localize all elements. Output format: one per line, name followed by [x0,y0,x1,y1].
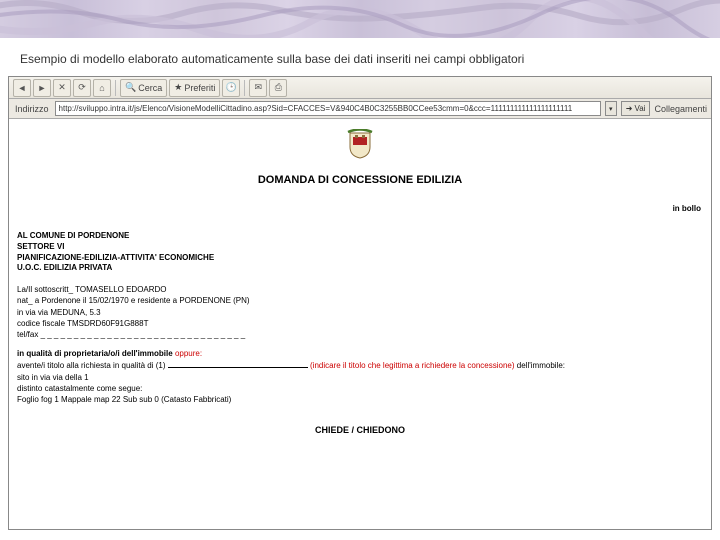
forward-button[interactable]: ► [33,79,51,97]
document-viewport: DOMANDA DI CONCESSIONE EDILIZIA in bollo… [9,119,711,529]
section-heading-chiede: CHIEDE / CHIEDONO [9,413,711,439]
toolbar-separator [115,80,116,96]
body-line: tel/fax _ _ _ _ _ _ _ _ _ _ _ _ _ _ _ _ … [17,329,703,340]
go-icon: ➜ [626,104,633,113]
address-bar-row: Indirizzo http://sviluppo.intra.it/js/El… [9,99,711,119]
print-button[interactable]: ⎙ [269,79,287,97]
bollo-note: in bollo [9,200,711,231]
body-line: in via via MEDUNA, 5.3 [17,307,703,318]
addr-line: SETTORE VI [17,242,703,253]
page-caption: Esempio di modello elaborato automaticam… [0,38,720,76]
body-text: dell'immobile: [517,361,565,370]
search-button[interactable]: 🔍 Cerca [120,79,167,97]
crest-container [9,119,711,168]
star-icon: ★ [174,82,182,93]
body-line: avente/i titolo alla richiesta in qualit… [17,359,703,371]
body-line: nat_ a Pordenone il 15/02/1970 e residen… [17,295,703,306]
back-button[interactable]: ◄ [13,79,31,97]
instruction-text: (indicare il titolo che legittima a rich… [310,361,515,370]
browser-window: ◄ ► ✕ ⟳ ⌂ 🔍 Cerca ★ Preferiti 🕒 ✉ ⎙ Indi… [8,76,712,530]
links-label: Collegamenti [654,104,707,114]
recipient-address-block: AL COMUNE DI PORDENONE SETTORE VI PIANIF… [9,231,711,284]
address-dropdown[interactable]: ▾ [605,101,617,116]
favorites-label: Preferiti [184,83,215,93]
body-line: distinto catastalmente come segue: [17,383,703,394]
browser-toolbar: ◄ ► ✕ ⟳ ⌂ 🔍 Cerca ★ Preferiti 🕒 ✉ ⎙ [9,77,711,99]
address-label: Indirizzo [13,104,51,114]
home-button[interactable]: ⌂ [93,79,111,97]
body-line: Foglio fog 1 Mappale map 22 Sub sub 0 (C… [17,394,703,405]
refresh-button[interactable]: ⟳ [73,79,91,97]
property-block: in qualità di proprietaria/o/i dell'immo… [9,348,711,413]
decorative-wave-banner [0,0,720,38]
instruction-text: oppure: [175,349,202,358]
toolbar-separator [244,80,245,96]
body-text: avente/i titolo alla richiesta in qualit… [17,361,166,370]
addr-line: PIANIFICAZIONE-EDILIZIA-ATTIVITA' ECONOM… [17,253,703,264]
fill-blank [168,359,308,368]
body-text: in qualità di proprietaria/o/i dell'immo… [17,349,173,358]
stop-button[interactable]: ✕ [53,79,71,97]
body-line: sito in via via della 1 [17,372,703,383]
address-input[interactable]: http://sviluppo.intra.it/js/Elenco/Visio… [55,101,601,116]
body-line: in qualità di proprietaria/o/i dell'immo… [17,348,703,359]
addr-line: U.O.C. EDILIZIA PRIVATA [17,263,703,274]
go-button[interactable]: ➜ Vai [621,101,651,116]
body-line: codice fiscale TMSDRD60F91G888T [17,318,703,329]
applicant-block: La/Il sottoscritt_ TOMASELLO EDOARDO nat… [9,284,711,348]
city-crest-icon [347,129,373,159]
go-label: Vai [635,104,646,113]
favorites-button[interactable]: ★ Preferiti [169,79,220,97]
body-line: La/Il sottoscritt_ TOMASELLO EDOARDO [17,284,703,295]
search-icon: 🔍 [125,82,136,93]
search-label: Cerca [138,83,162,93]
mail-button[interactable]: ✉ [249,79,267,97]
document-title: DOMANDA DI CONCESSIONE EDILIZIA [9,168,711,200]
history-button[interactable]: 🕒 [222,79,240,97]
addr-line: AL COMUNE DI PORDENONE [17,231,703,242]
